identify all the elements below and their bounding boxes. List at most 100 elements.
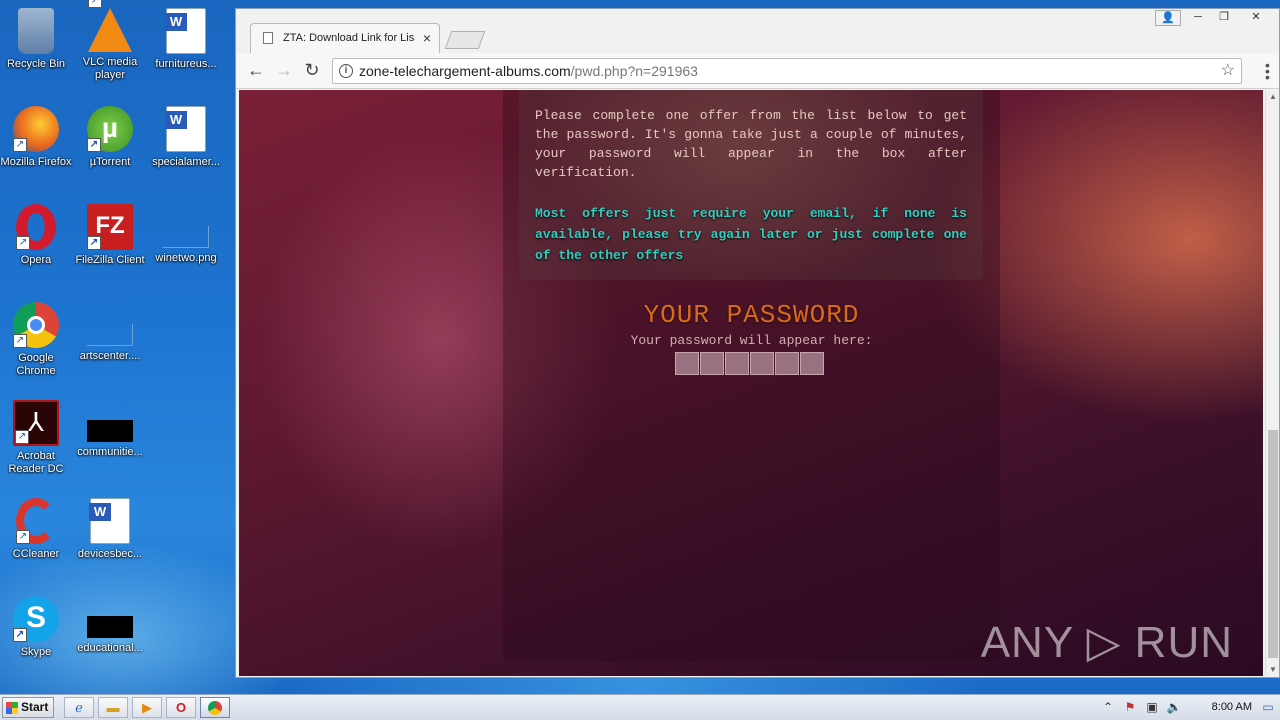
chrome-icon: ↗ (13, 302, 59, 348)
desktop-icon-acrobat[interactable]: ⅄ ↗ Acrobat Reader DC (0, 400, 74, 476)
desktop-icon-communitie[interactable]: communitie... (72, 400, 148, 459)
start-button[interactable]: Start (2, 697, 54, 718)
folder-icon: ▬ (106, 700, 120, 715)
opera-icon: O (175, 700, 187, 715)
offer-box: Please complete one offer from the list … (519, 90, 983, 280)
profile-icon[interactable]: 👤 (1155, 10, 1181, 26)
browser-toolbar: ← → ↻ i zone-telechargement-albums.com/p… (236, 53, 1279, 89)
utorrent-icon: µ ↗ (87, 106, 133, 152)
taskbar-ie-button[interactable]: ℯ (64, 697, 94, 718)
volume-icon[interactable]: 🔈 (1166, 699, 1182, 715)
desktop-icon-vlc[interactable]: ↗ VLC media player (72, 0, 148, 82)
back-button[interactable]: ← (244, 59, 268, 83)
desktop-icon-furnitureus[interactable]: W furnitureus... (148, 8, 224, 71)
desktop-icon-specialamer[interactable]: W specialamer... (148, 106, 224, 169)
desktop-icon-devicesbec[interactable]: W devicesbec... (72, 498, 148, 561)
word-doc-icon: W (165, 8, 206, 54)
word-doc-icon: W (89, 498, 130, 544)
shortcut-arrow-icon: ↗ (13, 138, 27, 152)
shortcut-arrow-icon: ↗ (16, 236, 30, 250)
scroll-down-icon[interactable]: ▼ (1266, 665, 1280, 674)
file-icon (87, 324, 133, 346)
password-char-box (775, 352, 799, 375)
clock[interactable]: 8:00 AM (1212, 701, 1252, 713)
shortcut-arrow-icon: ↗ (13, 628, 27, 642)
info-icon[interactable]: i (339, 64, 353, 78)
word-doc-icon: W (165, 106, 206, 152)
minimize-button[interactable]: ─ (1185, 10, 1211, 26)
desktop-icon-skype[interactable]: S ↗ Skype (0, 596, 74, 659)
show-desktop-icon[interactable]: ▭ (1260, 699, 1276, 715)
desktop-icon-ccleaner[interactable]: ↗ CCleaner (0, 498, 74, 561)
chrome-icon (208, 701, 222, 715)
desktop-icon-artscenter[interactable]: artscenter.... (72, 302, 148, 363)
scroll-up-icon[interactable]: ▲ (1266, 92, 1280, 101)
firefox-icon: ↗ (13, 106, 59, 152)
address-bar[interactable]: i zone-telechargement-albums.com/pwd.php… (332, 58, 1242, 84)
password-char-box (750, 352, 774, 375)
new-tab-button[interactable] (444, 31, 486, 49)
shortcut-arrow-icon: ↗ (87, 236, 101, 250)
opera-icon: ↗ (16, 204, 56, 250)
close-window-button[interactable]: ✕ (1243, 10, 1269, 26)
ccleaner-icon: ↗ (16, 498, 56, 544)
shortcut-arrow-icon: ↗ (13, 334, 27, 348)
desktop-icon-recycle-bin[interactable]: Recycle Bin (0, 8, 74, 71)
image-file-icon (163, 226, 209, 248)
filezilla-icon: FZ ↗ (87, 204, 133, 250)
title-bar: ZTA: Download Link for Lisa × 👤 ─ ❐ ✕ (236, 9, 1279, 53)
taskbar-explorer-button[interactable]: ▬ (98, 697, 128, 718)
taskbar-media-player-button[interactable]: ▶ (132, 697, 162, 718)
password-char-box (700, 352, 724, 375)
page-viewport: Please complete one offer from the list … (239, 90, 1263, 676)
taskbar: Start ℯ ▬ ▶ O ⌃ ⚑ ▣ 🔈 8:00 AM ▭ (0, 694, 1280, 720)
password-char-box (800, 352, 824, 375)
anyrun-watermark: ANY ▷ RUN (980, 618, 1233, 667)
restore-button[interactable]: ❐ (1211, 10, 1237, 26)
page-icon (263, 32, 273, 44)
shortcut-arrow-icon: ↗ (16, 530, 30, 544)
password-char-box (675, 352, 699, 375)
tab-title: ZTA: Download Link for Lisa (283, 32, 415, 44)
desktop-icon-chrome[interactable]: ↗ Google Chrome (0, 302, 74, 378)
windows-logo-icon (6, 702, 18, 714)
scrollbar-thumb[interactable] (1268, 430, 1278, 658)
vertical-scrollbar[interactable]: ▲ ▼ (1265, 90, 1279, 676)
desktop-icon-opera[interactable]: ↗ Opera (0, 204, 74, 267)
recycle-bin-icon (18, 8, 54, 54)
action-center-icon[interactable]: ⚑ (1122, 699, 1138, 715)
password-subtitle: Your password will appear here: (630, 333, 873, 348)
taskbar-opera-button[interactable]: O (166, 697, 196, 718)
acrobat-icon: ⅄ ↗ (13, 400, 59, 446)
taskbar-chrome-button[interactable] (200, 697, 230, 718)
network-icon[interactable]: ▣ (1144, 699, 1160, 715)
desktop-icon-filezilla[interactable]: FZ ↗ FileZilla Client (72, 204, 148, 267)
skype-icon: S ↗ (13, 596, 59, 642)
internet-explorer-icon: ℯ (75, 700, 83, 715)
reload-button[interactable]: ↻ (300, 59, 324, 83)
shortcut-arrow-icon: ↗ (87, 138, 101, 152)
media-player-icon: ▶ (142, 700, 152, 715)
vlc-icon: ↗ (88, 0, 132, 52)
offer-instructions: Please complete one offer from the list … (535, 108, 967, 180)
desktop-icon-utorrent[interactable]: µ ↗ µTorrent (72, 106, 148, 169)
desktop-icon-winetwo[interactable]: winetwo.png (148, 204, 224, 265)
close-tab-icon[interactable]: × (423, 30, 431, 46)
url-text: zone-telechargement-albums.com/pwd.php?n… (359, 63, 698, 79)
bookmark-star-icon[interactable]: ☆ (1221, 59, 1235, 83)
system-tray: ⌃ ⚑ ▣ 🔈 8:00 AM ▭ (1100, 695, 1280, 720)
forward-button[interactable]: → (272, 59, 296, 83)
start-label: Start (21, 700, 49, 714)
offer-note: Most offers just require your email, if … (535, 206, 967, 263)
shortcut-arrow-icon: ↗ (15, 430, 29, 444)
password-boxes (675, 352, 824, 376)
browser-window: ZTA: Download Link for Lisa × 👤 ─ ❐ ✕ ← … (235, 8, 1280, 678)
password-title: YOUR PASSWORD (643, 300, 860, 330)
browser-tab[interactable]: ZTA: Download Link for Lisa × (250, 23, 440, 53)
black-file-icon (87, 420, 133, 442)
browser-menu-icon[interactable]: • • • (1265, 58, 1270, 84)
desktop-icon-educational[interactable]: educational... (72, 596, 148, 655)
desktop-icon-firefox[interactable]: ↗ Mozilla Firefox (0, 106, 74, 169)
password-char-box (725, 352, 749, 375)
show-hidden-icons[interactable]: ⌃ (1100, 699, 1116, 715)
